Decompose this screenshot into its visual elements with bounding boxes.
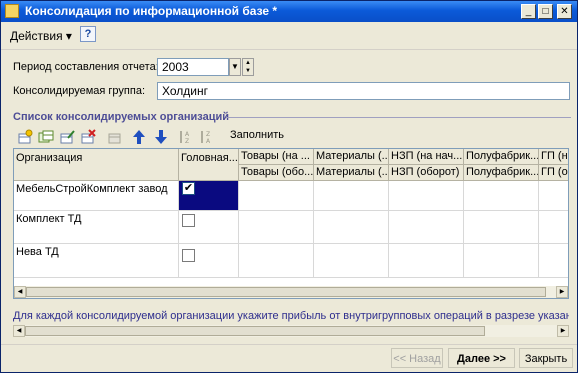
table-row[interactable]: Комплект ТД — [14, 211, 179, 244]
footer-divider — [1, 344, 577, 345]
close-window-button[interactable]: ✕ — [557, 4, 572, 19]
value-cell[interactable] — [239, 181, 314, 211]
column-header-bottom[interactable]: НЗП (оборот) — [389, 165, 464, 181]
value-cell[interactable] — [389, 244, 464, 278]
head-checkbox[interactable] — [182, 249, 195, 262]
svg-text:Z: Z — [206, 131, 210, 138]
value-cell[interactable] — [539, 181, 568, 211]
minimize-button[interactable]: _ — [521, 4, 536, 19]
period-dropdown-button[interactable]: ▼ — [229, 58, 241, 76]
scroll-right-icon[interactable]: ▶ — [557, 325, 569, 337]
value-cell[interactable] — [464, 244, 539, 278]
table-row[interactable]: Нева ТД — [14, 244, 179, 278]
end-edit-icon[interactable] — [107, 129, 123, 145]
edit-row-icon[interactable] — [59, 129, 75, 145]
window-title: Консолидация по информационной базе * — [25, 4, 278, 18]
title-bar[interactable]: Консолидация по информационной базе * _ … — [1, 1, 577, 22]
value-cell[interactable] — [539, 211, 568, 244]
help-button[interactable]: ? — [80, 26, 96, 42]
head-checkbox[interactable]: ✔ — [182, 182, 195, 195]
column-header-top[interactable]: Товары (на ... — [239, 149, 314, 165]
sort-ascending-icon[interactable]: A Z — [178, 129, 194, 145]
spin-down-icon: ▼ — [245, 68, 251, 74]
actions-menu-label: Действия — [10, 29, 63, 43]
column-header-bottom[interactable]: Товары (обо... — [239, 165, 314, 181]
spin-up-icon: ▲ — [245, 60, 251, 66]
value-cell[interactable] — [314, 211, 389, 244]
sort-descending-icon[interactable]: Z A — [199, 129, 215, 145]
consolidation-window: Консолидация по информационной базе * _ … — [0, 0, 578, 373]
column-header-bottom[interactable]: ГП (о — [539, 165, 568, 181]
value-cell[interactable] — [314, 181, 389, 211]
maximize-button[interactable]: □ — [538, 4, 553, 19]
arrow-up-icon[interactable] — [131, 129, 147, 145]
column-header-top[interactable]: Материалы (... — [314, 149, 389, 165]
period-input[interactable]: 2003 — [157, 58, 229, 76]
head-cell-selected[interactable]: ✔ — [179, 181, 239, 211]
value-cell[interactable] — [239, 244, 314, 278]
head-checkbox[interactable] — [182, 214, 195, 227]
column-header-bottom[interactable]: Полуфабрик... — [464, 165, 539, 181]
chevron-down-icon: ▾ — [65, 29, 72, 43]
value-cell[interactable] — [389, 211, 464, 244]
instruction-text: Для каждой консолидируемой организации у… — [13, 310, 569, 322]
table-row[interactable]: МебельСтройКомплект завод — [14, 181, 179, 211]
column-header-top[interactable]: Полуфабрик... — [464, 149, 539, 165]
value-cell[interactable] — [539, 244, 568, 278]
value-cell[interactable] — [464, 211, 539, 244]
value-cell[interactable] — [314, 244, 389, 278]
next-button[interactable]: Далее >> — [448, 348, 515, 368]
column-header-organization[interactable]: Организация — [14, 149, 179, 181]
scroll-left-icon[interactable]: ◀ — [14, 286, 26, 298]
scroll-left-icon[interactable]: ◀ — [13, 325, 25, 337]
svg-text:Z: Z — [185, 138, 189, 145]
scroll-right-icon[interactable]: ▶ — [556, 286, 568, 298]
head-cell[interactable] — [179, 244, 239, 278]
column-header-head[interactable]: Головная... — [179, 149, 239, 181]
note-horizontal-scrollbar[interactable]: ◀ ▶ — [13, 325, 569, 337]
column-header-bottom[interactable]: Материалы (... — [314, 165, 389, 181]
chevron-down-icon: ▼ — [231, 62, 239, 71]
app-icon — [5, 4, 19, 18]
close-button[interactable]: Закрыть — [519, 348, 573, 368]
arrow-down-icon[interactable] — [153, 129, 169, 145]
grid-horizontal-scrollbar[interactable]: ◀ ▶ — [14, 286, 568, 298]
value-cell[interactable] — [464, 181, 539, 211]
orgs-section-title: Список консолидируемых организаций — [13, 111, 230, 123]
add-copy-icon[interactable] — [38, 129, 54, 145]
group-input[interactable]: Холдинг — [157, 82, 570, 100]
scrollbar-thumb[interactable] — [25, 326, 485, 336]
actions-menu[interactable]: Действия ▾ — [7, 27, 75, 45]
fill-button[interactable]: Заполнить — [230, 129, 284, 141]
toolbar: Действия ▾ ? — [1, 23, 577, 50]
organizations-table[interactable]: Организация Головная... Товары (на ... Т… — [13, 148, 569, 299]
back-button[interactable]: << Назад — [391, 348, 443, 368]
svg-text:A: A — [185, 131, 190, 138]
delete-row-icon[interactable] — [80, 129, 96, 145]
head-cell[interactable] — [179, 211, 239, 244]
group-label: Консолидируемая группа: — [13, 85, 145, 97]
column-header-top[interactable]: ГП (на — [539, 149, 568, 165]
value-cell[interactable] — [389, 181, 464, 211]
period-spinner[interactable]: ▲ ▼ — [242, 58, 254, 76]
value-cell[interactable] — [239, 211, 314, 244]
period-label: Период составления отчета: — [13, 61, 159, 73]
column-header-top[interactable]: НЗП (на нач... — [389, 149, 464, 165]
section-divider — [226, 117, 571, 118]
svg-text:A: A — [206, 138, 211, 145]
add-row-icon[interactable] — [17, 129, 33, 145]
scrollbar-thumb[interactable] — [26, 287, 546, 297]
